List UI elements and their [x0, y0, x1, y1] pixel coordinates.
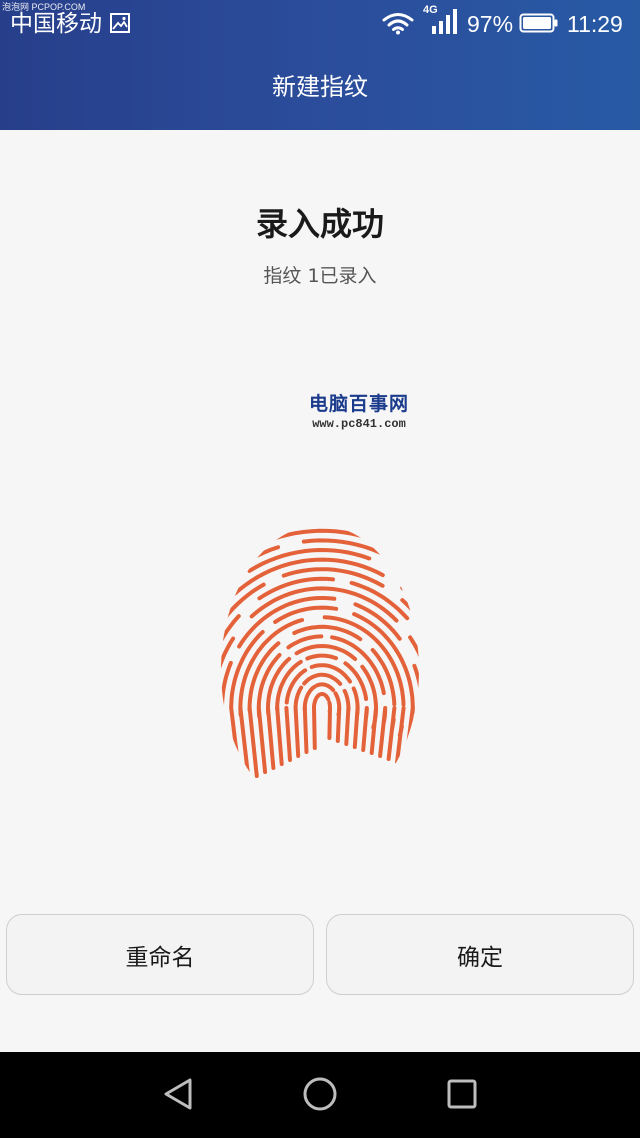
fingerprint-ridge — [229, 706, 243, 786]
result-heading: 录入成功 — [255, 205, 384, 243]
fingerprint-ridge — [352, 706, 360, 749]
image-notification-icon — [110, 13, 130, 33]
signal-strength-icon — [432, 9, 457, 34]
fingerprint-ridge — [256, 706, 268, 774]
fingerprint-ridge — [315, 682, 336, 693]
fingerprint-ridge — [423, 708, 431, 771]
fingerprint-ridge — [284, 706, 292, 762]
fingerprint-ridge — [210, 708, 215, 796]
fingerprint-ridge — [221, 706, 234, 790]
fingerprint-ridge — [403, 706, 415, 767]
fingerprint-ridge — [305, 653, 338, 661]
fingerprint-ridge — [221, 593, 222, 735]
navigation-bar — [0, 1052, 640, 1138]
back-icon[interactable] — [159, 1074, 199, 1114]
header-bar: 泡泡网 PCPOP.COM 中国移动 4G 97% 11:29 新建指纹 — [0, 0, 640, 130]
confirm-button[interactable]: 确定 — [326, 914, 634, 995]
fingerprint-ridge — [386, 706, 397, 761]
fingerprint-ridge — [312, 706, 317, 750]
clock: 11:29 — [567, 11, 623, 37]
fingerprint-ridge — [400, 598, 419, 664]
site-watermark: 电脑百事网 www.pc841.com — [300, 392, 418, 432]
page-title: 新建指纹 — [272, 73, 368, 101]
carrier-name: 中国移动 — [10, 11, 102, 37]
result-subheading: 指纹 1已录入 — [263, 265, 377, 287]
fingerprint-ridge — [417, 632, 419, 748]
battery-icon — [519, 13, 558, 33]
fingerprint-ridge — [221, 706, 226, 794]
fingerprint-ridge — [247, 706, 259, 778]
fingerprint-ridge — [335, 706, 342, 743]
fingerprint-ridge — [353, 602, 402, 641]
home-icon[interactable] — [300, 1074, 340, 1114]
recent-apps-icon[interactable] — [442, 1074, 482, 1114]
fingerprint-ridge — [322, 692, 331, 702]
fingerprint-ridge — [412, 663, 419, 744]
rename-button[interactable]: 重命名 — [6, 914, 314, 995]
fingerprint-ridge — [275, 706, 284, 766]
fingerprint-ridge — [378, 706, 388, 758]
fingerprint-ridge — [349, 580, 410, 621]
fingerprint-ridge — [412, 706, 419, 770]
fingerprint-ridge — [221, 607, 223, 699]
site-name: 电脑百事网 — [308, 393, 409, 415]
fingerprint-ridge — [273, 605, 339, 624]
fingerprint-ridge — [266, 706, 276, 770]
fingerprint-ridge — [344, 706, 351, 746]
fingerprint-ridge — [361, 706, 369, 752]
fingerprint-ridge — [293, 685, 304, 710]
fingerprint-ridge — [302, 706, 309, 754]
fingerprint-ridge — [427, 585, 430, 655]
fingerprint-ridge — [327, 706, 332, 740]
fingerprint-icon — [210, 525, 431, 796]
fingerprint-ridge — [314, 692, 326, 701]
battery-percent: 97% — [467, 11, 514, 37]
fingerprint-ridge — [269, 528, 371, 542]
status-bar: 中国移动 4G 97% 11:29 — [0, 0, 640, 46]
fingerprint-ridge — [428, 712, 430, 736]
wifi-icon — [382, 13, 414, 35]
fingerprint-ridge — [293, 706, 301, 758]
site-url: www.pc841.com — [312, 417, 406, 431]
fingerprint-ridge — [369, 706, 378, 755]
fingerprint-ridge — [238, 706, 251, 782]
